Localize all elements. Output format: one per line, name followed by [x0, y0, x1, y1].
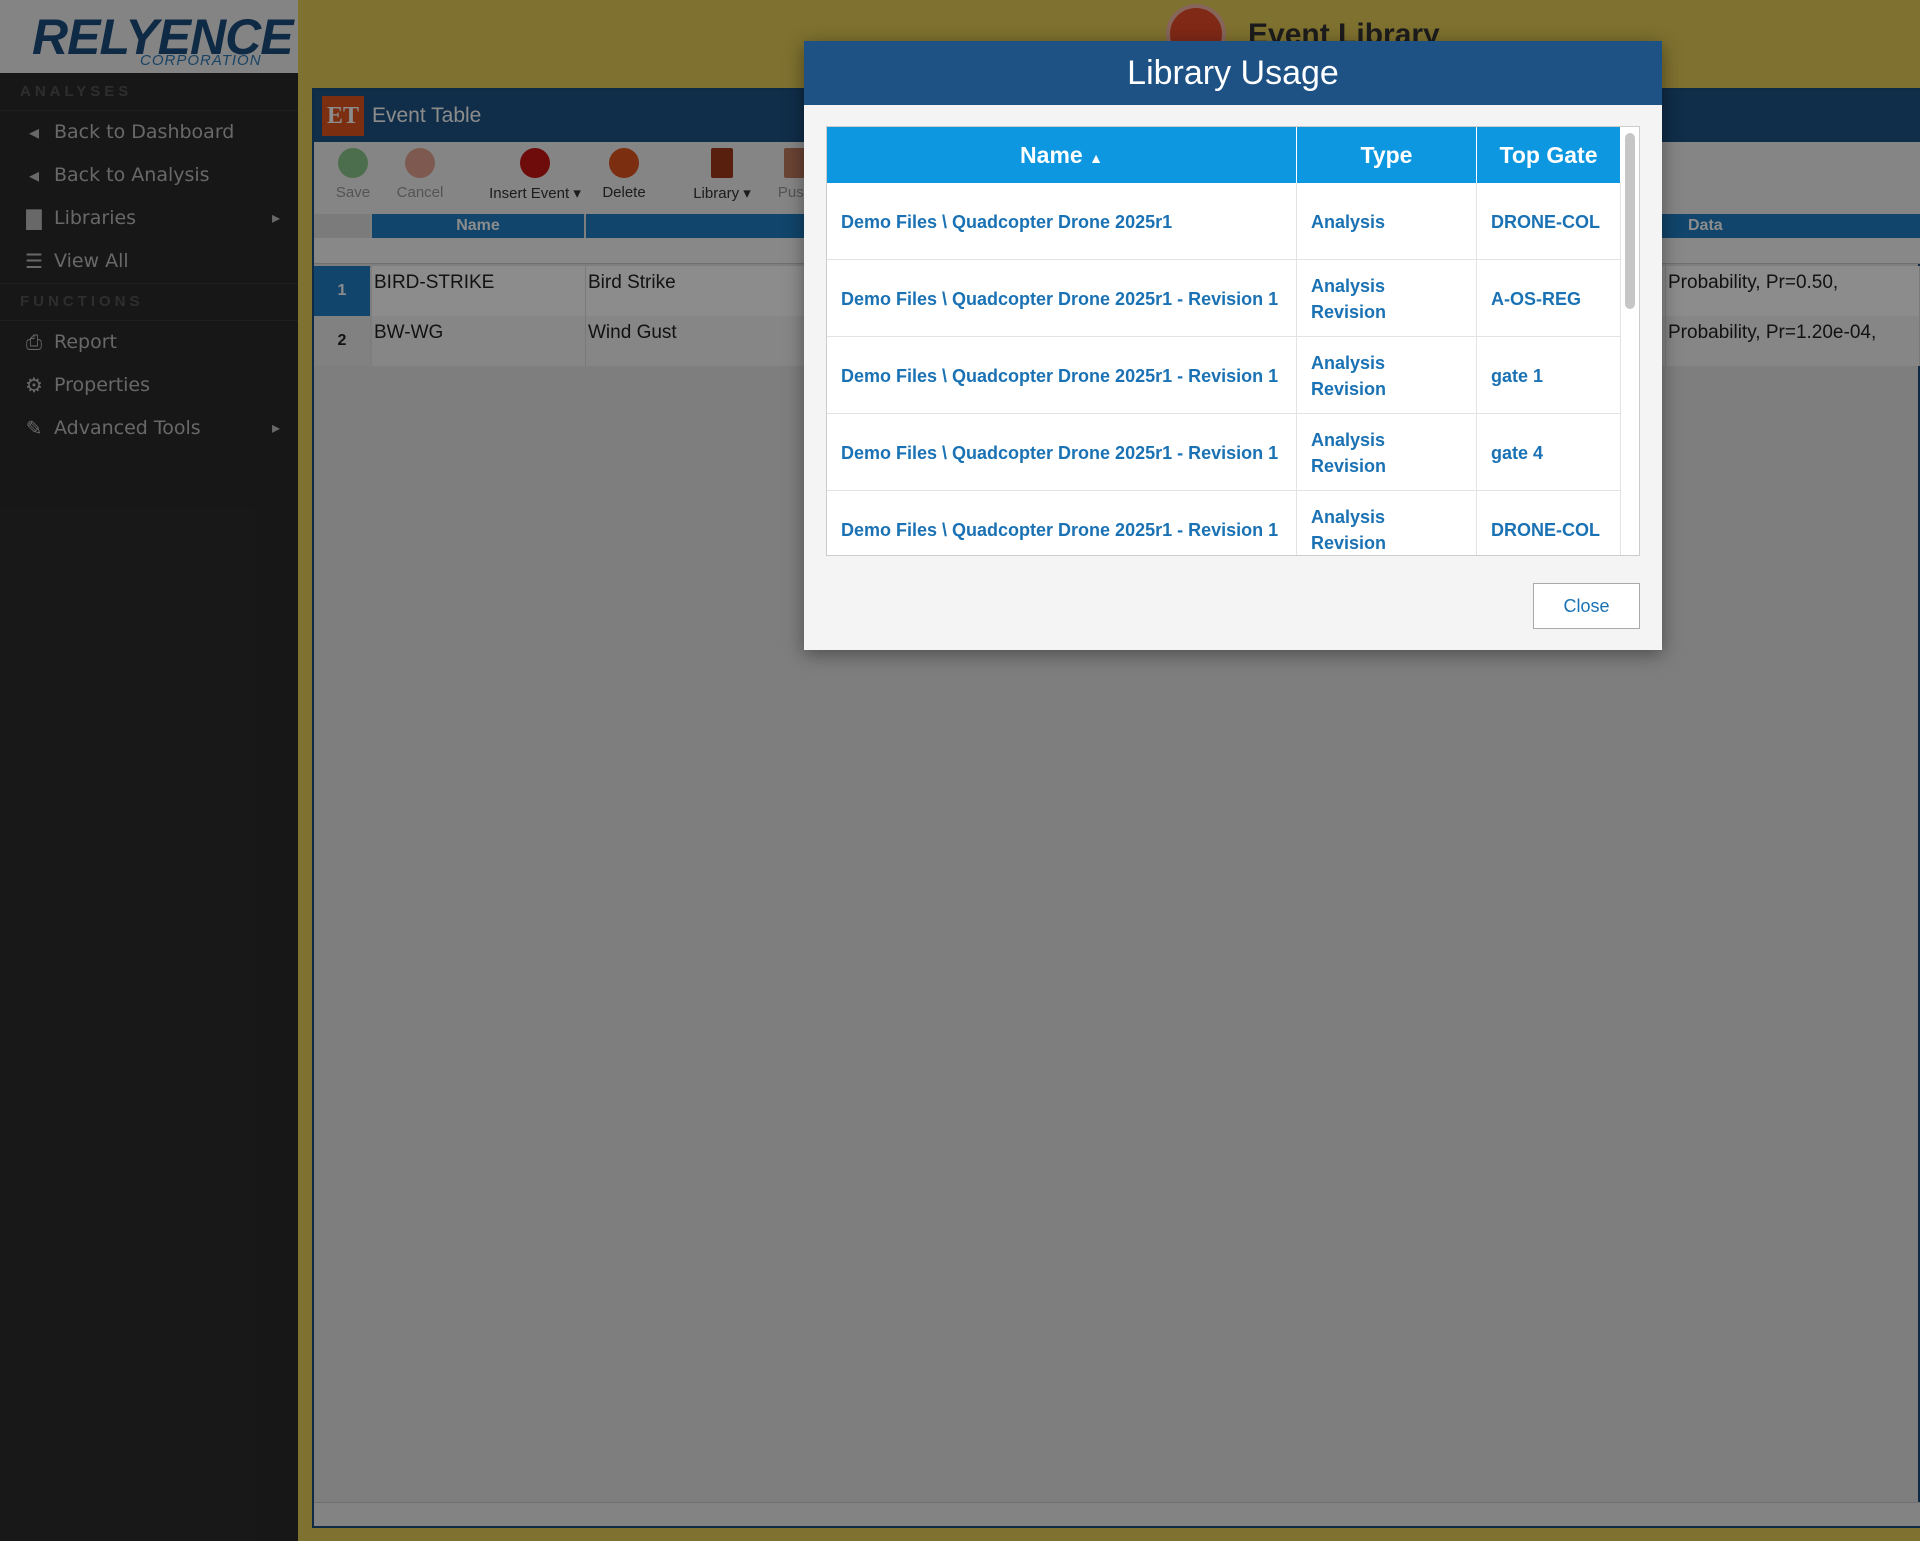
- cell-type[interactable]: Analysis Revision: [1297, 491, 1477, 555]
- close-button[interactable]: Close: [1533, 583, 1640, 629]
- cell-name[interactable]: Demo Files \ Quadcopter Drone 2025r1 - R…: [827, 491, 1297, 555]
- table-row[interactable]: Demo Files \ Quadcopter Drone 2025r1 Ana…: [827, 183, 1621, 260]
- table-row[interactable]: Demo Files \ Quadcopter Drone 2025r1 - R…: [827, 414, 1621, 491]
- usage-table: Name ▲ Type Top Gate Demo Files \ Quadco…: [826, 126, 1640, 556]
- cell-top-gate[interactable]: A-OS-REG: [1477, 260, 1621, 337]
- sort-ascending-icon: ▲: [1089, 150, 1103, 166]
- cell-type[interactable]: Analysis Revision: [1297, 260, 1477, 337]
- column-header-type[interactable]: Type: [1297, 127, 1477, 183]
- table-row[interactable]: Demo Files \ Quadcopter Drone 2025r1 - R…: [827, 337, 1621, 414]
- column-header-name[interactable]: Name ▲: [827, 127, 1297, 183]
- cell-type[interactable]: Analysis Revision: [1297, 337, 1477, 414]
- cell-top-gate[interactable]: DRONE-COL: [1477, 183, 1621, 260]
- cell-top-gate[interactable]: gate 4: [1477, 414, 1621, 491]
- cell-name[interactable]: Demo Files \ Quadcopter Drone 2025r1 - R…: [827, 414, 1297, 491]
- cell-type[interactable]: Analysis: [1297, 183, 1477, 260]
- library-usage-dialog: Library Usage Name ▲ Type Top Gate Demo …: [804, 41, 1662, 650]
- cell-top-gate[interactable]: DRONE-COL: [1477, 491, 1621, 555]
- cell-type[interactable]: Analysis Revision: [1297, 414, 1477, 491]
- cell-name[interactable]: Demo Files \ Quadcopter Drone 2025r1 - R…: [827, 337, 1297, 414]
- cell-top-gate[interactable]: gate 1: [1477, 337, 1621, 414]
- cell-name[interactable]: Demo Files \ Quadcopter Drone 2025r1: [827, 183, 1297, 260]
- vertical-scrollbar[interactable]: [1625, 133, 1635, 309]
- column-header-name-label: Name: [1020, 142, 1083, 168]
- table-row[interactable]: Demo Files \ Quadcopter Drone 2025r1 - R…: [827, 491, 1621, 555]
- column-header-top-gate[interactable]: Top Gate: [1477, 127, 1621, 183]
- table-row[interactable]: Demo Files \ Quadcopter Drone 2025r1 - R…: [827, 260, 1621, 337]
- cell-name[interactable]: Demo Files \ Quadcopter Drone 2025r1 - R…: [827, 260, 1297, 337]
- dialog-title: Library Usage: [804, 41, 1662, 105]
